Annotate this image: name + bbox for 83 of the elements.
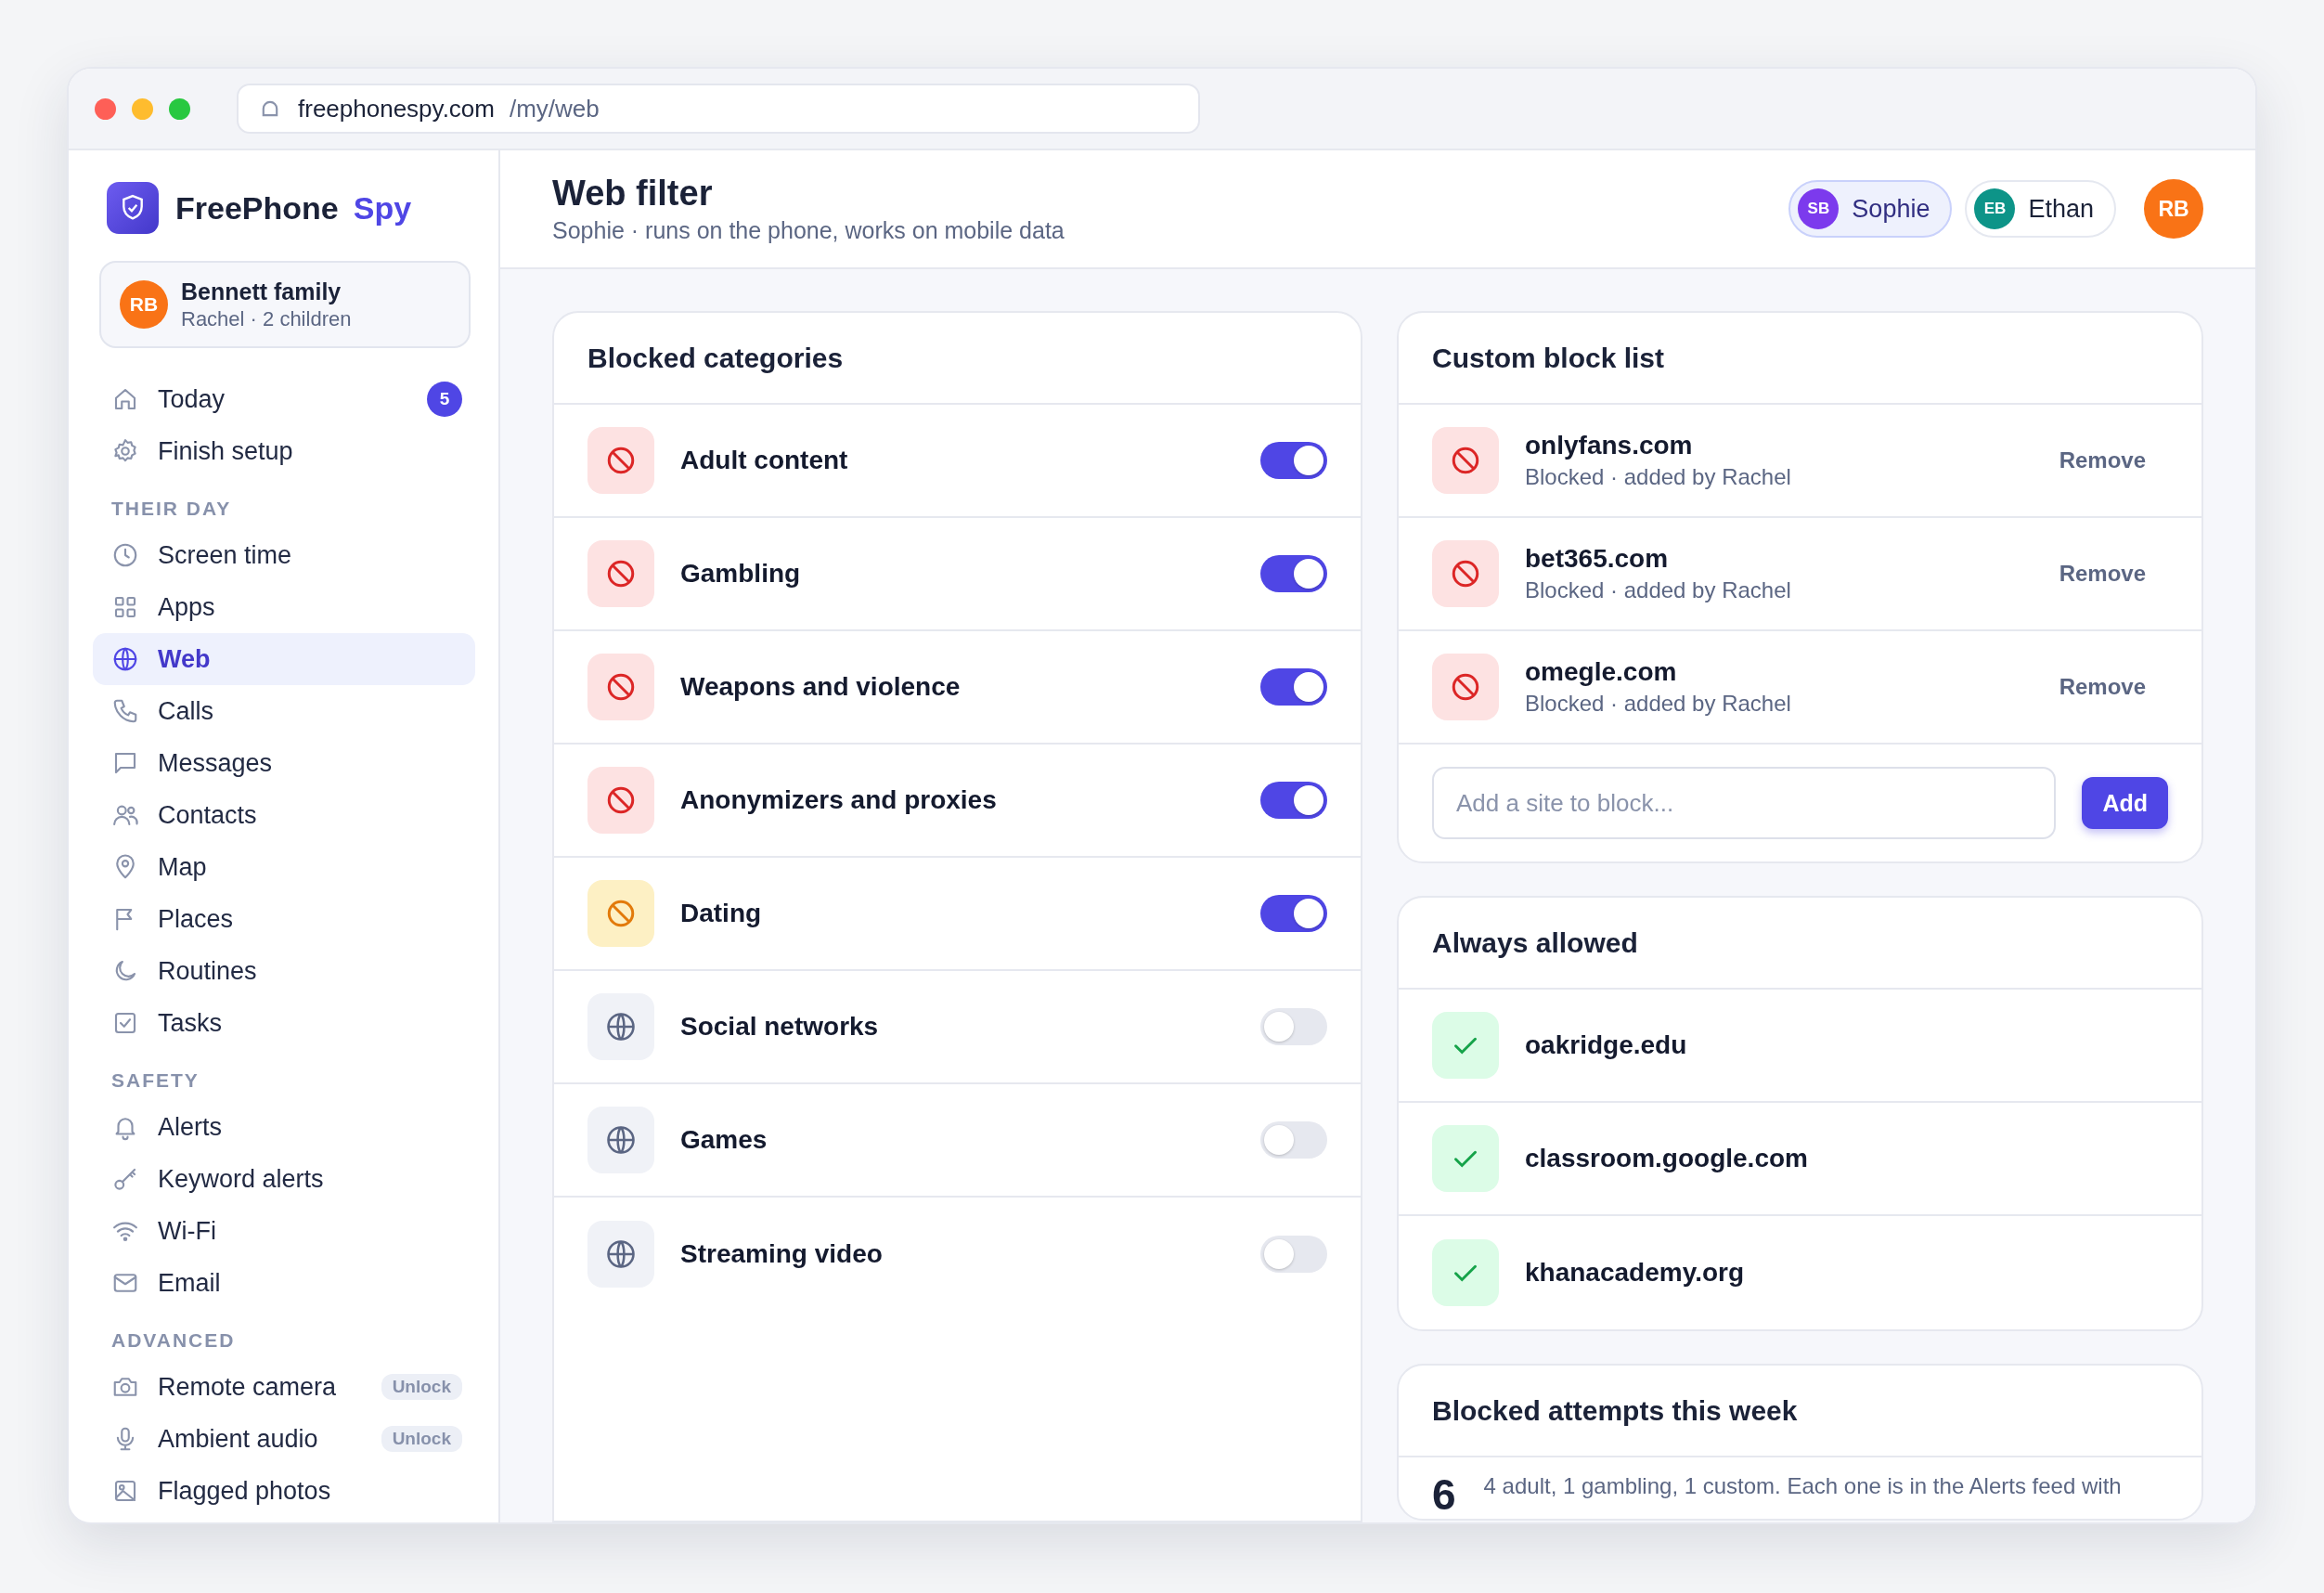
shield-logo-icon	[107, 182, 159, 234]
nav-item[interactable]: Contacts	[93, 789, 475, 841]
card-title: Always allowed	[1399, 898, 2201, 990]
child-profile-chip[interactable]: SB Sophie	[1788, 180, 1953, 238]
nav-item[interactable]: Web	[93, 633, 475, 685]
toggle-switch[interactable]	[1260, 442, 1327, 479]
category-label: Weapons and violence	[680, 672, 962, 702]
category-label: Adult content	[680, 446, 849, 475]
toggle-switch[interactable]	[1260, 1236, 1327, 1273]
nav-item[interactable]: Messages	[93, 737, 475, 789]
minimize-icon[interactable]	[132, 97, 153, 120]
account-name: Bennett family	[181, 278, 342, 305]
site-input-field[interactable]: Add a site to block...	[1432, 767, 2057, 839]
nav-item[interactable]: Tasks	[93, 997, 475, 1049]
site-domain: bet365.com	[1525, 544, 1670, 574]
nav-section-heading: ADVANCED	[111, 1328, 237, 1353]
site-meta: Blocked · added by Rachel	[1525, 577, 1792, 603]
child-avatar: SB	[1798, 188, 1840, 229]
globe-icon	[604, 1237, 638, 1271]
nav-item[interactable]: Flagged photos	[93, 1465, 475, 1517]
site-domain: khanacademy.org	[1525, 1258, 1746, 1288]
remove-button[interactable]: Remove	[2036, 555, 2168, 592]
card-title: Blocked categories	[554, 313, 1361, 405]
nav-section-heading: THEIR DAY	[111, 497, 233, 521]
category-label: Anonymizers and proxies	[680, 785, 998, 815]
nav-item[interactable]: Email	[93, 1257, 475, 1309]
attempt-summary: 4 adult, 1 gambling, 1 custom. Each one is in the Alerts feed with	[1483, 1472, 2122, 1500]
toggle-switch[interactable]	[1260, 1008, 1327, 1045]
nav-item[interactable]: Apps	[93, 581, 475, 633]
category-label: Social networks	[680, 1012, 880, 1042]
url-path: /my/web	[510, 94, 600, 123]
nav-item[interactable]: Screen time	[93, 529, 475, 581]
site-meta: Blocked · added by Rachel	[1525, 464, 1792, 490]
nav-item[interactable]: Ambient audio Unlock	[93, 1413, 475, 1465]
nav-item[interactable]: Wi-Fi	[93, 1205, 475, 1257]
phone-icon	[111, 697, 139, 725]
nav-item[interactable]: Remote camera Unlock	[93, 1361, 475, 1413]
close-icon[interactable]	[95, 97, 116, 120]
address-bar[interactable]: freephonespy.com /my/web	[237, 84, 1200, 134]
page-title: Web filter	[552, 174, 714, 214]
site-domain: onlyfans.com	[1525, 431, 1694, 460]
maximize-icon[interactable]	[169, 97, 190, 120]
site-domain: omegle.com	[1525, 657, 1678, 687]
brand-name: FreePhone	[175, 189, 339, 227]
category-label: Streaming video	[680, 1239, 884, 1269]
toggle-switch[interactable]	[1260, 895, 1327, 932]
page-subtitle: Sophie · runs on the phone, works on mobile data	[552, 217, 1065, 244]
nav-item[interactable]: Alerts	[93, 1101, 475, 1153]
child-avatar: EB	[1974, 188, 2016, 229]
nav-item[interactable]: Finish setup	[93, 425, 475, 477]
site-domain: oakridge.edu	[1525, 1030, 1688, 1060]
toggle-switch[interactable]	[1260, 668, 1327, 706]
account-meta: Rachel · 2 children	[181, 306, 352, 331]
card-title: Blocked attempts this week	[1399, 1366, 2201, 1457]
count-badge: 5	[427, 382, 462, 417]
globe-icon	[604, 1010, 638, 1043]
nav-item[interactable]: Calls	[93, 685, 475, 737]
url-domain: freephonespy.com	[298, 94, 495, 123]
site-domain: classroom.google.com	[1525, 1144, 1809, 1173]
nav-item[interactable]: Map	[93, 841, 475, 893]
nav-item[interactable]: Places	[93, 893, 475, 945]
nav-item[interactable]: Today 5	[93, 373, 475, 425]
globe-icon	[604, 1123, 638, 1157]
globe-icon	[111, 645, 139, 673]
clock-icon	[111, 541, 139, 569]
nav-item[interactable]: Routines	[93, 945, 475, 997]
toggle-switch[interactable]	[1260, 555, 1327, 592]
toggle-switch[interactable]	[1260, 1121, 1327, 1159]
toggle-switch[interactable]	[1260, 782, 1327, 819]
nav-item[interactable]: Keyword alerts	[93, 1153, 475, 1205]
attempt-count: 6	[1432, 1470, 1456, 1519]
account-avatar: RB	[120, 280, 168, 329]
child-profile-chip[interactable]: EB Ethan	[1965, 180, 2116, 238]
category-label: Gambling	[680, 559, 802, 589]
nav-section-heading: SAFETY	[111, 1068, 200, 1093]
add-button[interactable]: Add	[2082, 777, 2168, 829]
remove-button[interactable]: Remove	[2036, 442, 2168, 479]
remove-button[interactable]: Remove	[2036, 668, 2168, 706]
site-meta: Blocked · added by Rachel	[1525, 691, 1792, 717]
category-label: Dating	[680, 899, 763, 928]
card-title: Custom block list	[1399, 313, 2201, 405]
brand-accent: Spy	[353, 189, 412, 227]
category-label: Games	[680, 1125, 768, 1155]
